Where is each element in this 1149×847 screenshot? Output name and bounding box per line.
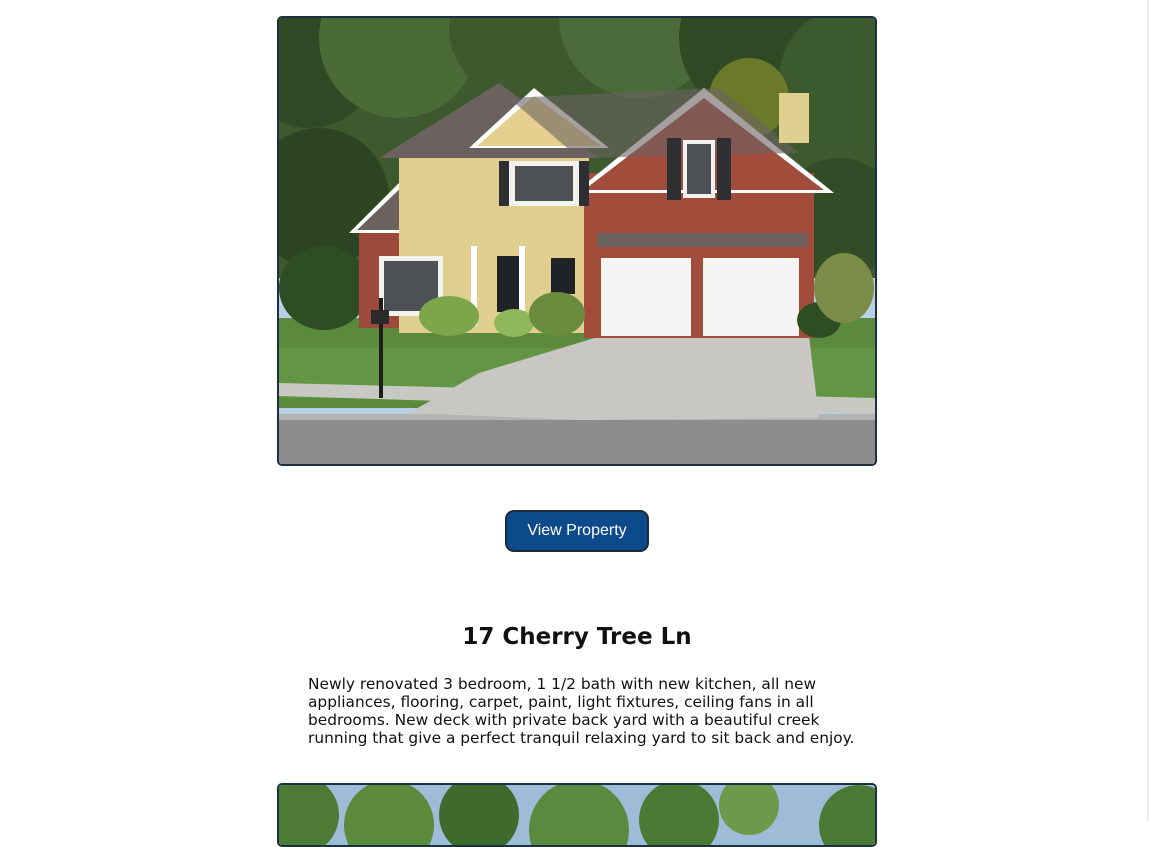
view-property-button[interactable]: View Property — [505, 510, 649, 552]
property-address: 17 Cherry Tree Ln — [462, 624, 692, 650]
trees-photo — [279, 785, 875, 845]
property-description: Newly renovated 3 bedroom, 1 1/2 bath wi… — [308, 675, 855, 747]
next-property-photo — [277, 783, 877, 847]
view-property-label: View Property — [527, 522, 627, 539]
house-photo — [279, 18, 875, 464]
property-photo — [277, 16, 877, 466]
